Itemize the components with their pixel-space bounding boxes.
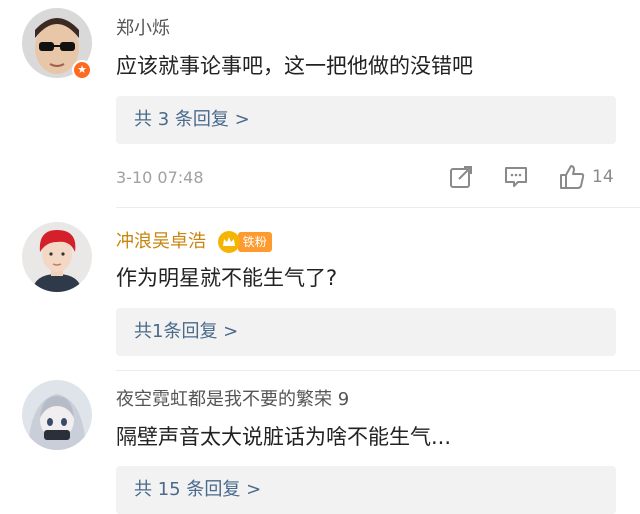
thumbs-up-icon [560, 165, 585, 189]
fan-badge: 铁粉 [217, 231, 272, 253]
username[interactable]: 郑小烁 [116, 14, 170, 40]
username[interactable]: 冲浪吴卓浩 铁粉 [116, 227, 272, 253]
divider [116, 370, 640, 371]
comment-icon [505, 167, 527, 187]
comment-text: 应该就事论事吧，这一把他做的没错吧 [116, 54, 473, 78]
share-button[interactable] [448, 162, 474, 192]
share-icon [450, 166, 472, 188]
crown-icon [217, 231, 240, 253]
comment-text: 作为明星就不能生气了? [116, 266, 338, 290]
verified-badge-icon: ★ [72, 60, 92, 80]
badge-label: 铁粉 [237, 232, 272, 252]
divider [116, 207, 640, 208]
anime-girl-avatar-icon [22, 380, 92, 450]
comment-text: 隔壁声音太大说脏话为啥不能生气... [116, 425, 452, 449]
timestamp: 3-10 07:48 [116, 168, 204, 187]
like-button[interactable]: 14 [558, 162, 614, 192]
comment-button[interactable] [503, 162, 529, 192]
username-text: 冲浪吴卓浩 [116, 231, 206, 252]
red-hair-man-avatar-icon [22, 222, 92, 292]
view-replies-link[interactable]: 共 3 条回复 > [116, 96, 616, 144]
username[interactable]: 夜空霓虹都是我不要的繁荣 9 [116, 385, 349, 411]
avatar[interactable] [22, 222, 92, 292]
view-replies-link[interactable]: 共1条回复 > [116, 308, 616, 356]
like-count: 14 [592, 167, 614, 187]
avatar[interactable] [22, 380, 92, 450]
